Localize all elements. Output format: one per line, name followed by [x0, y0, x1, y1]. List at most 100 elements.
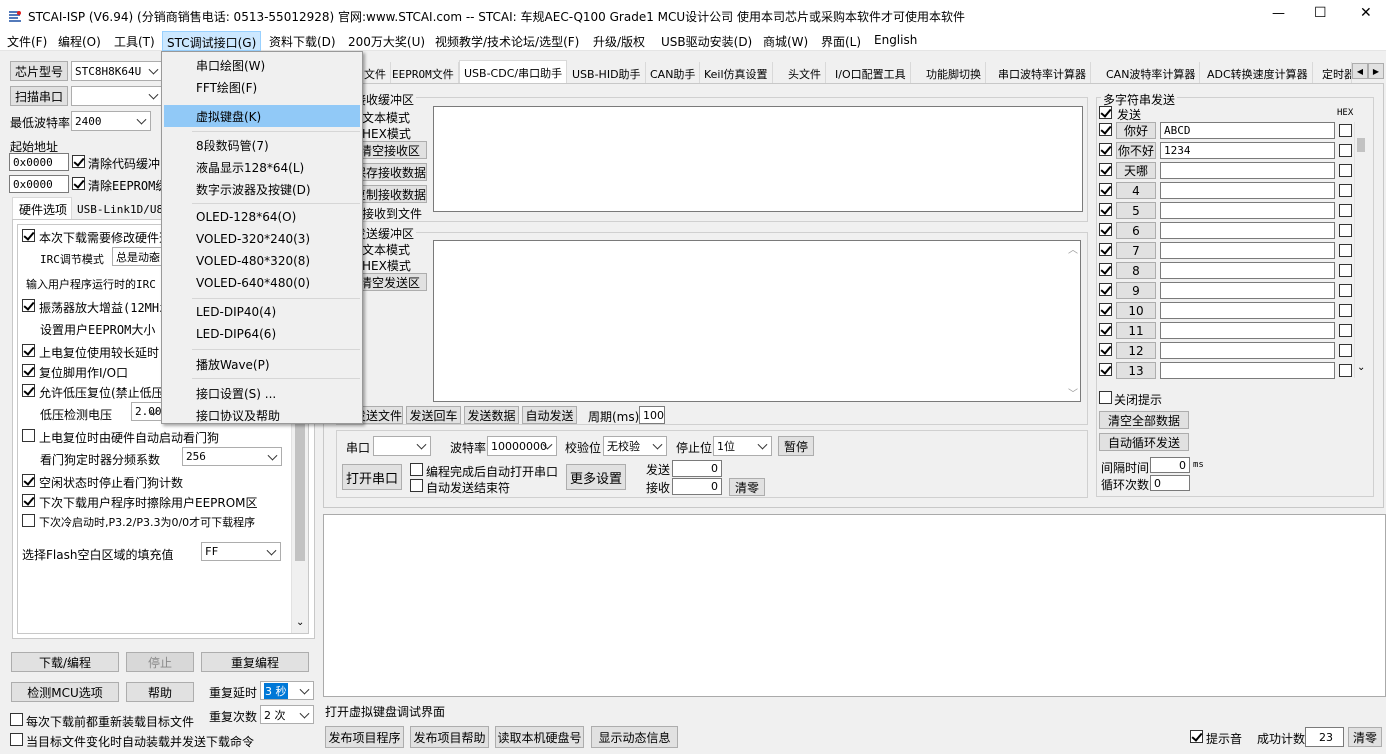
- tab-scroll-right-icon[interactable]: ▶: [1368, 63, 1384, 79]
- menu-stc-debug[interactable]: STC调试接口(G): [162, 31, 262, 51]
- multi-row-send-button[interactable]: 天哪: [1116, 162, 1156, 179]
- more-settings-button[interactable]: 更多设置: [566, 464, 626, 490]
- tab-usb-link[interactable]: USB-Link1D/U8W: [72, 200, 170, 219]
- save-recv-button[interactable]: 保存接收数据: [353, 163, 427, 181]
- multi-row-send-checkbox[interactable]: [1099, 223, 1112, 236]
- multi-row-send-button[interactable]: 你好: [1116, 122, 1156, 139]
- menu-item-7seg[interactable]: 8段数码管(7): [196, 137, 269, 154]
- recv-textarea[interactable]: [433, 106, 1083, 212]
- multi-row-send-checkbox[interactable]: [1099, 323, 1112, 336]
- chip-model-select[interactable]: STC8H8K64U: [71, 61, 163, 81]
- multi-row-input[interactable]: 1234: [1160, 142, 1335, 159]
- menu-item-virtual-keyboard[interactable]: 虚拟键盘(K): [196, 108, 261, 125]
- port-select-main[interactable]: [373, 436, 431, 456]
- interval-input[interactable]: 0: [1150, 457, 1190, 473]
- clear-all-button[interactable]: 清空全部数据: [1099, 411, 1189, 429]
- tab-pin-switch[interactable]: 功能脚切换: [922, 62, 986, 84]
- auto-loop-button[interactable]: 自动循环发送: [1099, 433, 1189, 451]
- clear-send-button[interactable]: 清空发送区: [353, 273, 427, 291]
- maximize-button[interactable]: ☐: [1314, 5, 1327, 21]
- menu-program[interactable]: 编程(O): [58, 33, 101, 50]
- multi-row-input[interactable]: [1160, 262, 1335, 279]
- menu-tools[interactable]: 工具(T): [114, 33, 155, 50]
- scroll-down-icon[interactable]: ⌄: [296, 617, 304, 628]
- open-port-button[interactable]: 打开串口: [342, 464, 402, 490]
- tab-timer[interactable]: 定时器: [1318, 62, 1352, 84]
- menu-file[interactable]: 文件(F): [7, 33, 47, 50]
- recv-hex-mode[interactable]: HEX模式: [362, 125, 411, 142]
- opt-idle-wdt-checkbox[interactable]: [22, 474, 35, 487]
- multi-row-send-button[interactable]: 6: [1116, 222, 1156, 239]
- reload-before-download-checkbox[interactable]: [10, 713, 23, 726]
- loop-count-input[interactable]: 0: [1150, 475, 1190, 491]
- send-textarea[interactable]: [433, 240, 1081, 402]
- help-button[interactable]: 帮助: [126, 682, 194, 702]
- show-dynamic-button[interactable]: 显示动态信息: [591, 726, 678, 748]
- menu-usb-driver[interactable]: USB驱动安装(D): [661, 33, 752, 50]
- detect-mcu-button[interactable]: 检测MCU选项: [11, 682, 119, 702]
- menu-item-voled-320[interactable]: VOLED-320*240(3): [196, 232, 310, 246]
- send-scrollbar[interactable]: ︿ ﹀: [1066, 241, 1080, 401]
- recv-text-mode[interactable]: 文本模式: [362, 109, 410, 126]
- auto-send-button[interactable]: 自动发送: [522, 406, 577, 424]
- multi-row-input[interactable]: [1160, 222, 1335, 239]
- pause-button[interactable]: 暂停: [778, 436, 814, 456]
- clear-code-checkbox[interactable]: [72, 155, 85, 168]
- auto-open-checkbox[interactable]: [410, 463, 423, 476]
- clear-eeprom-checkbox[interactable]: [72, 177, 85, 190]
- clear-count-button[interactable]: 清零: [729, 478, 765, 496]
- opt-erase-eeprom-checkbox[interactable]: [22, 494, 35, 507]
- multi-row-send-button[interactable]: 12: [1116, 342, 1156, 359]
- tab-can[interactable]: CAN助手: [646, 62, 701, 84]
- send-scroll-down-icon[interactable]: ﹀: [1068, 385, 1078, 400]
- menu-item-oscilloscope[interactable]: 数字示波器及按键(D): [196, 181, 311, 198]
- multi-scrollbar[interactable]: ⌄: [1354, 122, 1368, 378]
- menu-item-led-dip40[interactable]: LED-DIP40(4): [196, 305, 276, 319]
- multi-row-input[interactable]: [1160, 362, 1335, 379]
- publish-help-button[interactable]: 发布项目帮助: [410, 726, 489, 748]
- tab-hardware-options[interactable]: 硬件选项: [12, 197, 72, 220]
- opt-osc-gain-checkbox[interactable]: [22, 299, 35, 312]
- menu-item-fft-plot[interactable]: FFT绘图(F): [196, 79, 257, 96]
- menu-item-lcd[interactable]: 液晶显示128*64(L): [196, 159, 304, 176]
- multi-send-all-checkbox[interactable]: [1099, 106, 1112, 119]
- tab-usb-cdc[interactable]: USB-CDC/串口助手: [459, 60, 568, 84]
- multi-scroll-down-icon[interactable]: ⌄: [1357, 362, 1365, 373]
- multi-row-send-button[interactable]: 7: [1116, 242, 1156, 259]
- lvd-voltage-select[interactable]: 2.00: [131, 402, 163, 421]
- send-data-button[interactable]: 发送数据: [464, 406, 519, 424]
- tab-eeprom-file[interactable]: EEPROM文件: [388, 62, 459, 84]
- multi-row-hex-checkbox[interactable]: [1339, 144, 1352, 157]
- menu-english[interactable]: English: [874, 33, 917, 47]
- stop-bit-select[interactable]: 1位: [713, 436, 772, 456]
- multi-row-send-button[interactable]: 8: [1116, 262, 1156, 279]
- clear-recv-button[interactable]: 清空接收区: [353, 141, 427, 159]
- multi-row-input[interactable]: [1160, 342, 1335, 359]
- multi-row-input[interactable]: ABCD: [1160, 122, 1335, 139]
- repeat-program-button[interactable]: 重复编程: [201, 652, 309, 672]
- multi-row-send-checkbox[interactable]: [1099, 143, 1112, 156]
- sound-checkbox[interactable]: [1190, 730, 1203, 743]
- send-hex-mode[interactable]: HEX模式: [362, 257, 411, 274]
- menu-video[interactable]: 视频教学/技术论坛/选型(F): [435, 33, 579, 50]
- menu-ui[interactable]: 界面(L): [821, 33, 861, 50]
- log-area[interactable]: [323, 514, 1386, 697]
- multi-row-send-checkbox[interactable]: [1099, 243, 1112, 256]
- multi-row-send-checkbox[interactable]: [1099, 363, 1112, 376]
- tab-adc-speed[interactable]: ADC转换速度计算器: [1203, 62, 1313, 84]
- multi-row-hex-checkbox[interactable]: [1339, 124, 1352, 137]
- menu-item-protocol-help[interactable]: 接口协议及帮助: [196, 407, 280, 424]
- multi-row-send-button[interactable]: 13: [1116, 362, 1156, 379]
- multi-row-input[interactable]: [1160, 242, 1335, 259]
- clear-success-button[interactable]: 清零: [1348, 727, 1382, 747]
- tab-usb-hid[interactable]: USB-HID助手: [568, 62, 646, 84]
- chip-model-button[interactable]: 芯片型号: [10, 61, 68, 81]
- eeprom-address-input[interactable]: 0x0000: [9, 175, 69, 193]
- read-disk-button[interactable]: 读取本机硬盘号: [495, 726, 584, 748]
- multi-row-hex-checkbox[interactable]: [1339, 224, 1352, 237]
- menu-item-voled-640[interactable]: VOLED-640*480(0): [196, 276, 310, 290]
- auto-load-send-checkbox[interactable]: [10, 733, 23, 746]
- send-scroll-up-icon[interactable]: ︿: [1068, 241, 1078, 256]
- flash-fill-select[interactable]: FF: [201, 542, 281, 561]
- multi-row-send-checkbox[interactable]: [1099, 163, 1112, 176]
